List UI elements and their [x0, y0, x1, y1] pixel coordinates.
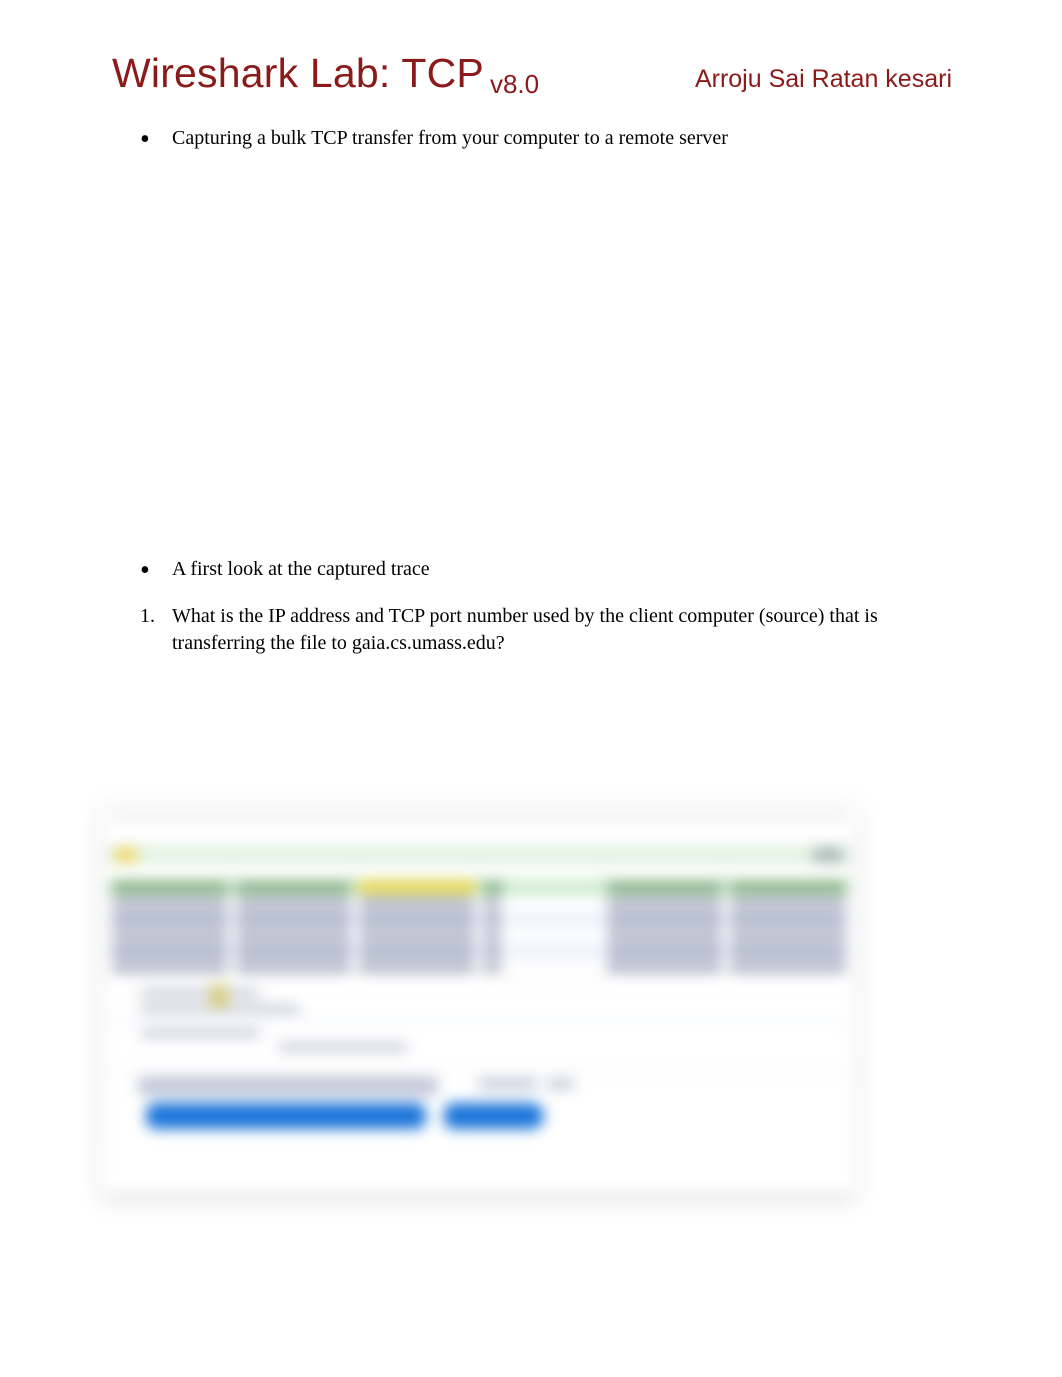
filter-chip-icon	[115, 849, 137, 861]
packet-list	[108, 879, 850, 975]
bullet-text: A first look at the captured trace	[172, 558, 430, 580]
spacing	[112, 657, 952, 807]
bullet-first-look: A first look at the captured trace	[140, 556, 952, 583]
bullet-capturing: Capturing a bulk TCP transfer from your …	[140, 125, 952, 152]
doc-version: v8.0	[490, 69, 539, 100]
packet-row	[108, 959, 850, 975]
wireshark-screenshot	[108, 807, 850, 1187]
title-block: Wireshark Lab: TCP v8.0	[112, 50, 539, 97]
packet-row	[108, 895, 850, 911]
wireshark-filter-bar	[108, 845, 850, 863]
packet-bytes-pane	[108, 1071, 850, 1151]
question-text: What is the IP address and TCP port numb…	[172, 605, 878, 654]
highlighted-bytes	[146, 1103, 426, 1129]
packet-details-pane	[108, 979, 850, 1069]
packet-row	[108, 943, 850, 959]
figure-placeholder-gap	[112, 160, 952, 556]
highlighted-bytes	[444, 1103, 544, 1129]
packet-row	[108, 927, 850, 943]
question-number: 1.	[140, 603, 155, 630]
doc-title: Wireshark Lab: TCP	[112, 50, 484, 97]
packet-list-header	[108, 863, 850, 879]
document-header: Wireshark Lab: TCP v8.0 Arroju Sai Ratan…	[112, 50, 952, 97]
packet-row	[108, 911, 850, 927]
filter-right-icon	[813, 849, 843, 861]
question-1: 1. What is the IP address and TCP port n…	[140, 603, 952, 657]
doc-author: Arroju Sai Ratan kesari	[695, 65, 952, 94]
packet-row-selected	[108, 879, 850, 895]
bullet-text: Capturing a bulk TCP transfer from your …	[172, 127, 728, 149]
